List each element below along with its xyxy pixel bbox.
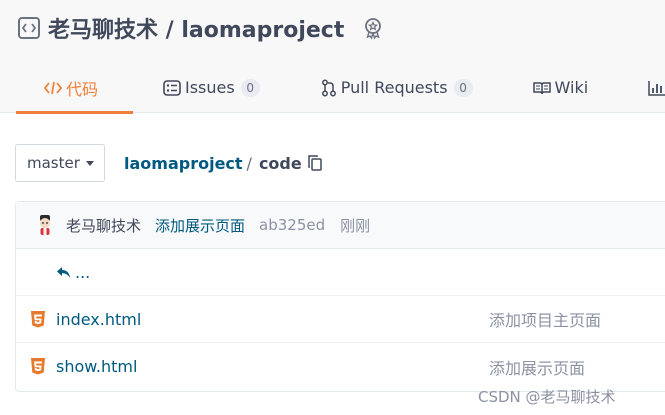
file-row-show: show.html 添加展示页面: [16, 343, 665, 390]
stats-chart-icon: [648, 80, 665, 96]
tab-pull-requests-label: Pull Requests: [340, 78, 448, 97]
tab-wiki-label: Wiki: [554, 78, 589, 97]
commit-author[interactable]: 老马聊技术: [66, 215, 141, 236]
file-name-link[interactable]: show.html: [56, 357, 137, 376]
pull-requests-count-badge: 0: [453, 78, 473, 97]
file-commit-message[interactable]: 添加项目主页面: [489, 307, 601, 331]
commit-hash[interactable]: ab325ed: [259, 216, 325, 234]
parent-directory-label: ...: [75, 262, 91, 282]
repo-code-icon: [18, 17, 40, 39]
file-name-link[interactable]: index.html: [56, 310, 141, 329]
breadcrumb-current: code: [258, 153, 302, 173]
branch-select[interactable]: master: [15, 144, 105, 182]
breadcrumb-root-link[interactable]: laomaproject: [124, 154, 243, 173]
repo-tabs: 代码 Issues 0 Pull Requests 0 Wiki: [16, 62, 665, 114]
repo-name[interactable]: 老马聊技术 / laomaproject: [48, 12, 344, 44]
tab-code-label: 代码: [66, 79, 99, 99]
tab-issues-label: Issues: [185, 78, 235, 97]
watermark: CSDN @老马聊技术: [478, 388, 616, 406]
wiki-book-icon: [532, 81, 551, 95]
tab-wiki[interactable]: Wiki: [532, 62, 589, 113]
commit-time: 刚刚: [340, 216, 371, 235]
tab-code[interactable]: 代码: [16, 62, 133, 114]
repo-header: 老马聊技术 / laomaproject 代码 Issues 0 Pull Re…: [0, 0, 665, 114]
commit-message-link[interactable]: 添加展示页面: [155, 215, 245, 236]
latest-commit-bar: 老马聊技术 添加展示页面 ab325ed 刚刚: [16, 202, 665, 249]
branch-value: master: [27, 154, 80, 172]
html5-icon: [30, 358, 46, 375]
breadcrumb-separator: /: [246, 153, 252, 173]
file-commit-message[interactable]: 添加展示页面: [489, 355, 585, 379]
file-row-index: index.html 添加项目主页面: [16, 296, 665, 343]
file-list: 老马聊技术 添加展示页面 ab325ed 刚刚 ... index.html 添…: [15, 201, 665, 392]
breadcrumb: laomaproject / code: [124, 151, 323, 175]
tab-pull-requests[interactable]: Pull Requests 0: [321, 62, 473, 113]
repo-title-bar: 老马聊技术 / laomaproject: [18, 12, 386, 44]
copy-path-icon[interactable]: [307, 154, 323, 172]
pull-request-icon: [321, 79, 337, 97]
code-icon: [44, 81, 62, 95]
parent-directory-link[interactable]: ...: [56, 263, 90, 282]
tab-stats[interactable]: [648, 62, 665, 113]
caret-down-icon: [85, 160, 94, 166]
parent-directory-row: ...: [16, 249, 665, 296]
award-icon[interactable]: [360, 15, 386, 41]
issues-icon: [163, 79, 181, 96]
issues-count-badge: 0: [240, 78, 260, 97]
avatar[interactable]: [34, 214, 56, 236]
tab-issues[interactable]: Issues 0: [163, 62, 260, 113]
reply-arrow-icon: [56, 266, 71, 279]
html5-icon: [30, 310, 46, 328]
